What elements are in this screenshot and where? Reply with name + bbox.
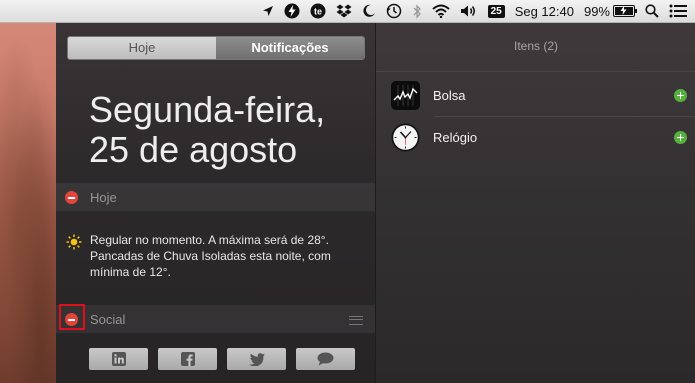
view-segmented-control: Hoje Notificações: [67, 36, 365, 60]
items-column: Itens (2) Bolsa Relógio: [375, 22, 695, 383]
battery-percent: 99%: [583, 3, 610, 19]
weather-text: Regular no momento. A máxima será de 28°…: [90, 233, 331, 279]
social-share-buttons: [89, 348, 355, 370]
messages-icon: [317, 352, 334, 366]
location-arrow-icon[interactable]: [257, 0, 279, 22]
twitter-button[interactable]: [227, 348, 286, 370]
messages-button[interactable]: [296, 348, 355, 370]
menubar-clock[interactable]: Seg 12:40: [510, 0, 579, 22]
bolt-icon[interactable]: [279, 0, 305, 22]
twitter-icon: [248, 352, 265, 366]
item-row-bolsa: Bolsa: [376, 75, 695, 115]
tab-notificacoes[interactable]: Notificações: [216, 37, 364, 59]
dropbox-icon[interactable]: [331, 0, 357, 22]
section-social-header: Social: [56, 305, 375, 333]
tab-hoje[interactable]: Hoje: [68, 37, 216, 59]
battery-icon: [613, 5, 637, 17]
widgets-column: Hoje Notificações Segunda-feira, 25 de a…: [56, 22, 375, 383]
weather-summary: Regular no momento. A máxima será de 28°…: [66, 232, 366, 280]
item-label-relogio: Relógio: [433, 129, 478, 145]
divider: [376, 71, 695, 72]
stocks-icon: [391, 80, 420, 110]
wifi-icon[interactable]: [427, 0, 455, 22]
bluetooth-icon[interactable]: [407, 0, 427, 22]
linkedin-icon: [111, 352, 126, 366]
volume-icon[interactable]: [455, 0, 483, 22]
time-machine-icon[interactable]: [381, 0, 407, 22]
add-bolsa-widget-button[interactable]: [674, 89, 687, 102]
remove-today-widget-button[interactable]: [65, 190, 78, 204]
facebook-button[interactable]: [158, 348, 217, 370]
menu-bar: te 25 Seg 12:40 99%: [0, 0, 695, 23]
highlight-annotation: [59, 304, 85, 330]
items-count-title: Itens (2): [513, 39, 558, 53]
date-heading: Segunda-feira, 25 de agosto: [89, 90, 325, 170]
notification-center-panel: Hoje Notificações Segunda-feira, 25 de a…: [56, 22, 695, 383]
date-weekday: Segunda-feira,: [89, 89, 326, 130]
section-today-header: Hoje: [56, 183, 375, 211]
sun-icon: [66, 234, 82, 250]
add-relogio-widget-button[interactable]: [674, 131, 687, 144]
notification-center-icon[interactable]: [664, 0, 695, 22]
clock-icon: [391, 123, 420, 151]
svg-text:te: te: [314, 7, 322, 17]
item-label-bolsa: Bolsa: [433, 87, 466, 103]
section-social-title: Social: [90, 311, 126, 327]
date-day-month: 25 de agosto: [89, 129, 298, 170]
item-row-relogio: Relógio: [376, 117, 695, 157]
tweetdeck-icon[interactable]: te: [305, 0, 331, 22]
calendar-icon[interactable]: 25: [483, 0, 510, 22]
moon-icon[interactable]: [357, 0, 381, 22]
linkedin-button[interactable]: [89, 348, 148, 370]
section-today-title: Hoje: [90, 189, 117, 205]
battery-status[interactable]: 99%: [579, 0, 640, 22]
facebook-icon: [180, 352, 195, 366]
drag-handle-icon[interactable]: [349, 316, 363, 325]
desktop-wallpaper: [0, 0, 56, 383]
spotlight-search-icon[interactable]: [640, 0, 664, 22]
